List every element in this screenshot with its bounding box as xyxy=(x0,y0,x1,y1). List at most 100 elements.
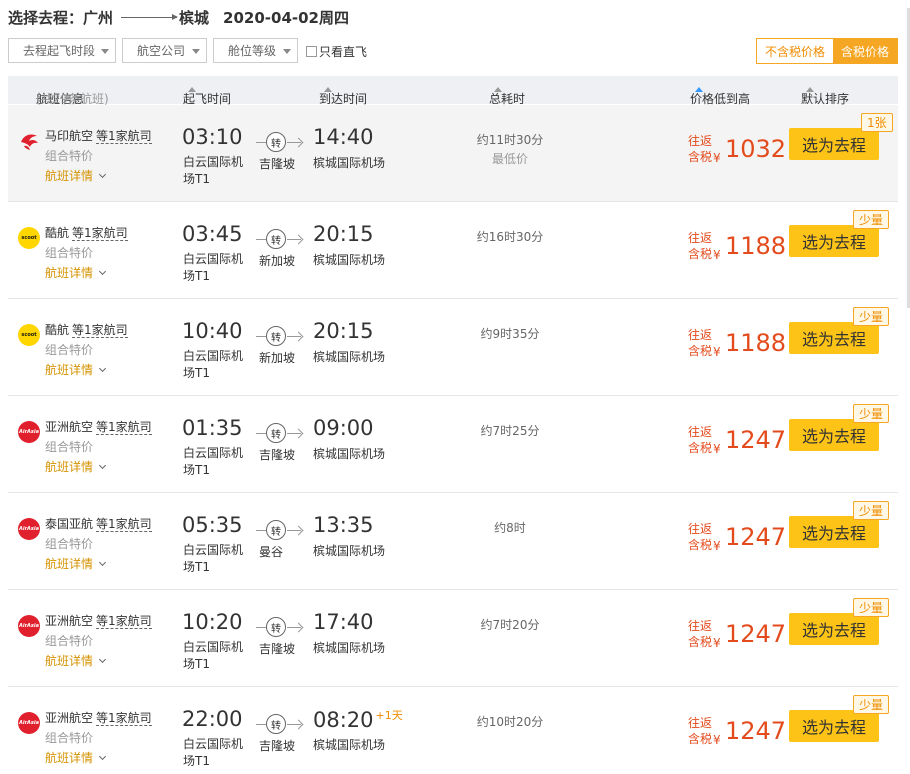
flight-details-toggle[interactable]: 航班详情 xyxy=(45,749,107,766)
select-outbound-button[interactable]: 选为去程 xyxy=(789,613,879,645)
seat-availability-badge: 少量 xyxy=(853,501,890,520)
flight-row[interactable]: scoot 酷航 等1家航司 组合特价 航班详情 10:40 白云国际机场T1 转… xyxy=(8,299,898,396)
currency-symbol: ¥ xyxy=(713,733,721,747)
more-airlines-link[interactable]: 等1家航司 xyxy=(96,614,152,629)
currency-symbol: ¥ xyxy=(713,248,721,262)
transfer-indicator: 转 xyxy=(256,615,302,637)
cabin-class-filter[interactable]: 舱位等级 xyxy=(213,38,298,63)
airline-name: 马印航空 等1家航司 xyxy=(45,129,152,144)
price-value: 1032 xyxy=(725,135,787,163)
seat-availability-badge: 少量 xyxy=(853,598,890,617)
transfer-indicator: 转 xyxy=(256,421,302,443)
arrival-airport: 槟城国际机场 xyxy=(313,447,386,461)
price-type-label: 往返 含税 xyxy=(688,716,713,746)
filter-bar: 去程起飞时段 航空公司 舱位等级 只看直飞 不含税价格 含税价格 xyxy=(8,38,898,64)
select-outbound-button[interactable]: 选为去程 xyxy=(789,322,879,354)
sort-duration[interactable]: 总耗时 xyxy=(489,83,525,106)
seat-availability-badge: 少量 xyxy=(853,695,890,714)
airline-filter[interactable]: 航空公司 xyxy=(122,38,207,63)
combo-fare-label: 组合特价 xyxy=(45,149,94,163)
origin-city: 广州 xyxy=(83,8,114,27)
flight-row[interactable]: AirAsia 亚洲航空 等1家航司 组合特价 航班详情 10:20 白云国际机场… xyxy=(8,590,898,687)
flight-details-toggle[interactable]: 航班详情 xyxy=(45,652,107,669)
flight-row[interactable]: 马印航空 等1家航司 组合特价 航班详情 03:10 白云国际机场T1 转 吉隆坡… xyxy=(8,105,898,202)
excl-tax-option[interactable]: 不含税价格 xyxy=(756,39,833,63)
transfer-icon: 转 xyxy=(266,423,286,443)
chevron-down-icon xyxy=(101,49,109,54)
more-airlines-link[interactable]: 等1家航司 xyxy=(96,420,152,435)
currency-symbol: ¥ xyxy=(713,442,721,456)
total-duration: 约9时35分 xyxy=(480,327,540,341)
direct-only-checkbox[interactable]: 只看直飞 xyxy=(306,43,367,60)
flight-row[interactable]: AirAsia 亚洲航空 等1家航司 组合特价 航班详情 22:00 白云国际机场… xyxy=(8,687,898,774)
transfer-indicator: 转 xyxy=(256,518,302,540)
price-value: 1247 xyxy=(725,426,787,454)
combo-fare-label: 组合特价 xyxy=(45,634,94,648)
combo-fare-label: 组合特价 xyxy=(45,440,94,454)
sort-arrival[interactable]: 到达时间 xyxy=(319,83,367,106)
flight-details-toggle[interactable]: 航班详情 xyxy=(45,264,107,281)
select-outbound-button[interactable]: 选为去程 xyxy=(789,710,879,742)
transfer-city: 新加坡 xyxy=(259,254,296,268)
sort-departure[interactable]: 起飞时间 xyxy=(183,83,231,106)
price-value: 1188 xyxy=(725,232,787,260)
arrival-airport: 槟城国际机场 xyxy=(313,738,386,752)
more-airlines-link[interactable]: 等1家航司 xyxy=(96,129,152,144)
arrival-airport: 槟城国际机场 xyxy=(313,544,386,558)
airasia-logo-icon: AirAsia xyxy=(18,518,40,540)
arrival-airport: 槟城国际机场 xyxy=(313,641,386,655)
incl-tax-option[interactable]: 含税价格 xyxy=(832,39,897,63)
transfer-indicator: 转 xyxy=(256,227,302,249)
transfer-city: 曼谷 xyxy=(259,545,284,559)
transfer-icon: 转 xyxy=(266,132,286,152)
chevron-down-icon xyxy=(98,170,107,179)
total-duration: 约16时30分 xyxy=(476,230,544,244)
arrival-time: 08:20 +1天 xyxy=(313,708,403,732)
airline-name: 酷航 等1家航司 xyxy=(45,323,128,338)
select-outbound-button[interactable]: 选为去程 xyxy=(789,419,879,451)
total-duration: 约10时20分 xyxy=(476,715,544,729)
combo-fare-label: 组合特价 xyxy=(45,537,94,551)
sort-price[interactable]: 价格低到高 xyxy=(690,83,750,106)
sort-default[interactable]: 默认排序 xyxy=(801,83,849,106)
arrival-airport: 槟城国际机场 xyxy=(313,156,386,170)
departure-time-filter[interactable]: 去程起飞时段 xyxy=(8,38,116,63)
chevron-down-icon xyxy=(98,655,107,664)
more-airlines-link[interactable]: 等1家航司 xyxy=(72,226,128,241)
total-duration: 约8时 xyxy=(494,521,526,535)
transfer-city: 吉隆坡 xyxy=(259,448,296,462)
travel-date: 2020-04-02周四 xyxy=(223,8,349,27)
currency-symbol: ¥ xyxy=(713,345,721,359)
flight-details-toggle[interactable]: 航班详情 xyxy=(45,361,107,378)
more-airlines-link[interactable]: 等1家航司 xyxy=(72,323,128,338)
more-airlines-link[interactable]: 等1家航司 xyxy=(96,711,152,726)
chevron-down-icon xyxy=(98,558,107,567)
arrow-right-icon xyxy=(287,142,301,143)
combo-fare-label: 组合特价 xyxy=(45,343,94,357)
transfer-icon: 转 xyxy=(266,229,286,249)
airline-name: 亚洲航空 等1家航司 xyxy=(45,420,152,435)
flight-details-toggle[interactable]: 航班详情 xyxy=(45,555,107,572)
departure-airport: 白云国际机场T1 xyxy=(183,640,244,671)
seat-availability-badge: 少量 xyxy=(853,307,890,326)
flight-row[interactable]: scoot 酷航 等1家航司 组合特价 航班详情 03:45 白云国际机场T1 转… xyxy=(8,202,898,299)
select-outbound-button[interactable]: 选为去程 xyxy=(789,128,879,160)
arrow-right-icon xyxy=(287,530,301,531)
scoot-logo-icon: scoot xyxy=(18,324,40,346)
flight-details-toggle[interactable]: 航班详情 xyxy=(45,458,107,475)
checkbox-icon[interactable] xyxy=(306,46,317,57)
chevron-down-icon xyxy=(192,49,200,54)
select-outbound-button[interactable]: 选为去程 xyxy=(789,516,879,548)
select-outbound-button[interactable]: 选为去程 xyxy=(789,225,879,257)
flight-details-toggle[interactable]: 航班详情 xyxy=(45,167,107,184)
airline-name: 酷航 等1家航司 xyxy=(45,226,128,241)
results-header: 航班信息 (共29条航班) 起飞时间 到达时间 总耗时 价格低到高 默认排序 xyxy=(8,76,898,106)
departure-airport: 白云国际机场T1 xyxy=(183,252,244,283)
chevron-down-icon xyxy=(98,752,107,761)
flight-row[interactable]: AirAsia 泰国亚航 等1家航司 组合特价 航班详情 05:35 白云国际机场… xyxy=(8,493,898,590)
seat-availability-badge: 1张 xyxy=(861,113,893,132)
flight-row[interactable]: AirAsia 亚洲航空 等1家航司 组合特价 航班详情 01:35 白云国际机场… xyxy=(8,396,898,493)
more-airlines-link[interactable]: 等1家航司 xyxy=(96,517,152,532)
price-type-label: 往返 含税 xyxy=(688,134,713,164)
departure-time: 10:20 xyxy=(182,610,243,634)
